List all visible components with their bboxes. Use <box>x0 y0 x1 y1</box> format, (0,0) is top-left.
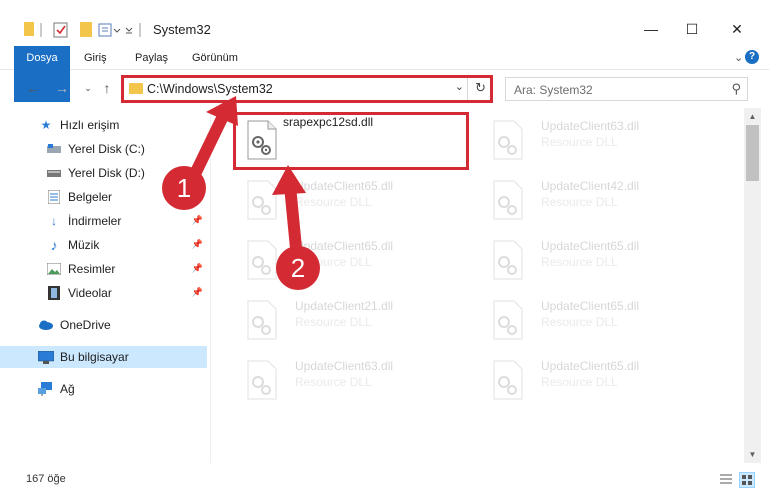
arrow-to-file <box>272 165 306 254</box>
arrow-to-address-bar <box>190 96 238 178</box>
step-1-badge: 1 <box>162 166 206 210</box>
step-2-badge: 2 <box>276 246 320 290</box>
annotation-arrows <box>190 96 306 254</box>
